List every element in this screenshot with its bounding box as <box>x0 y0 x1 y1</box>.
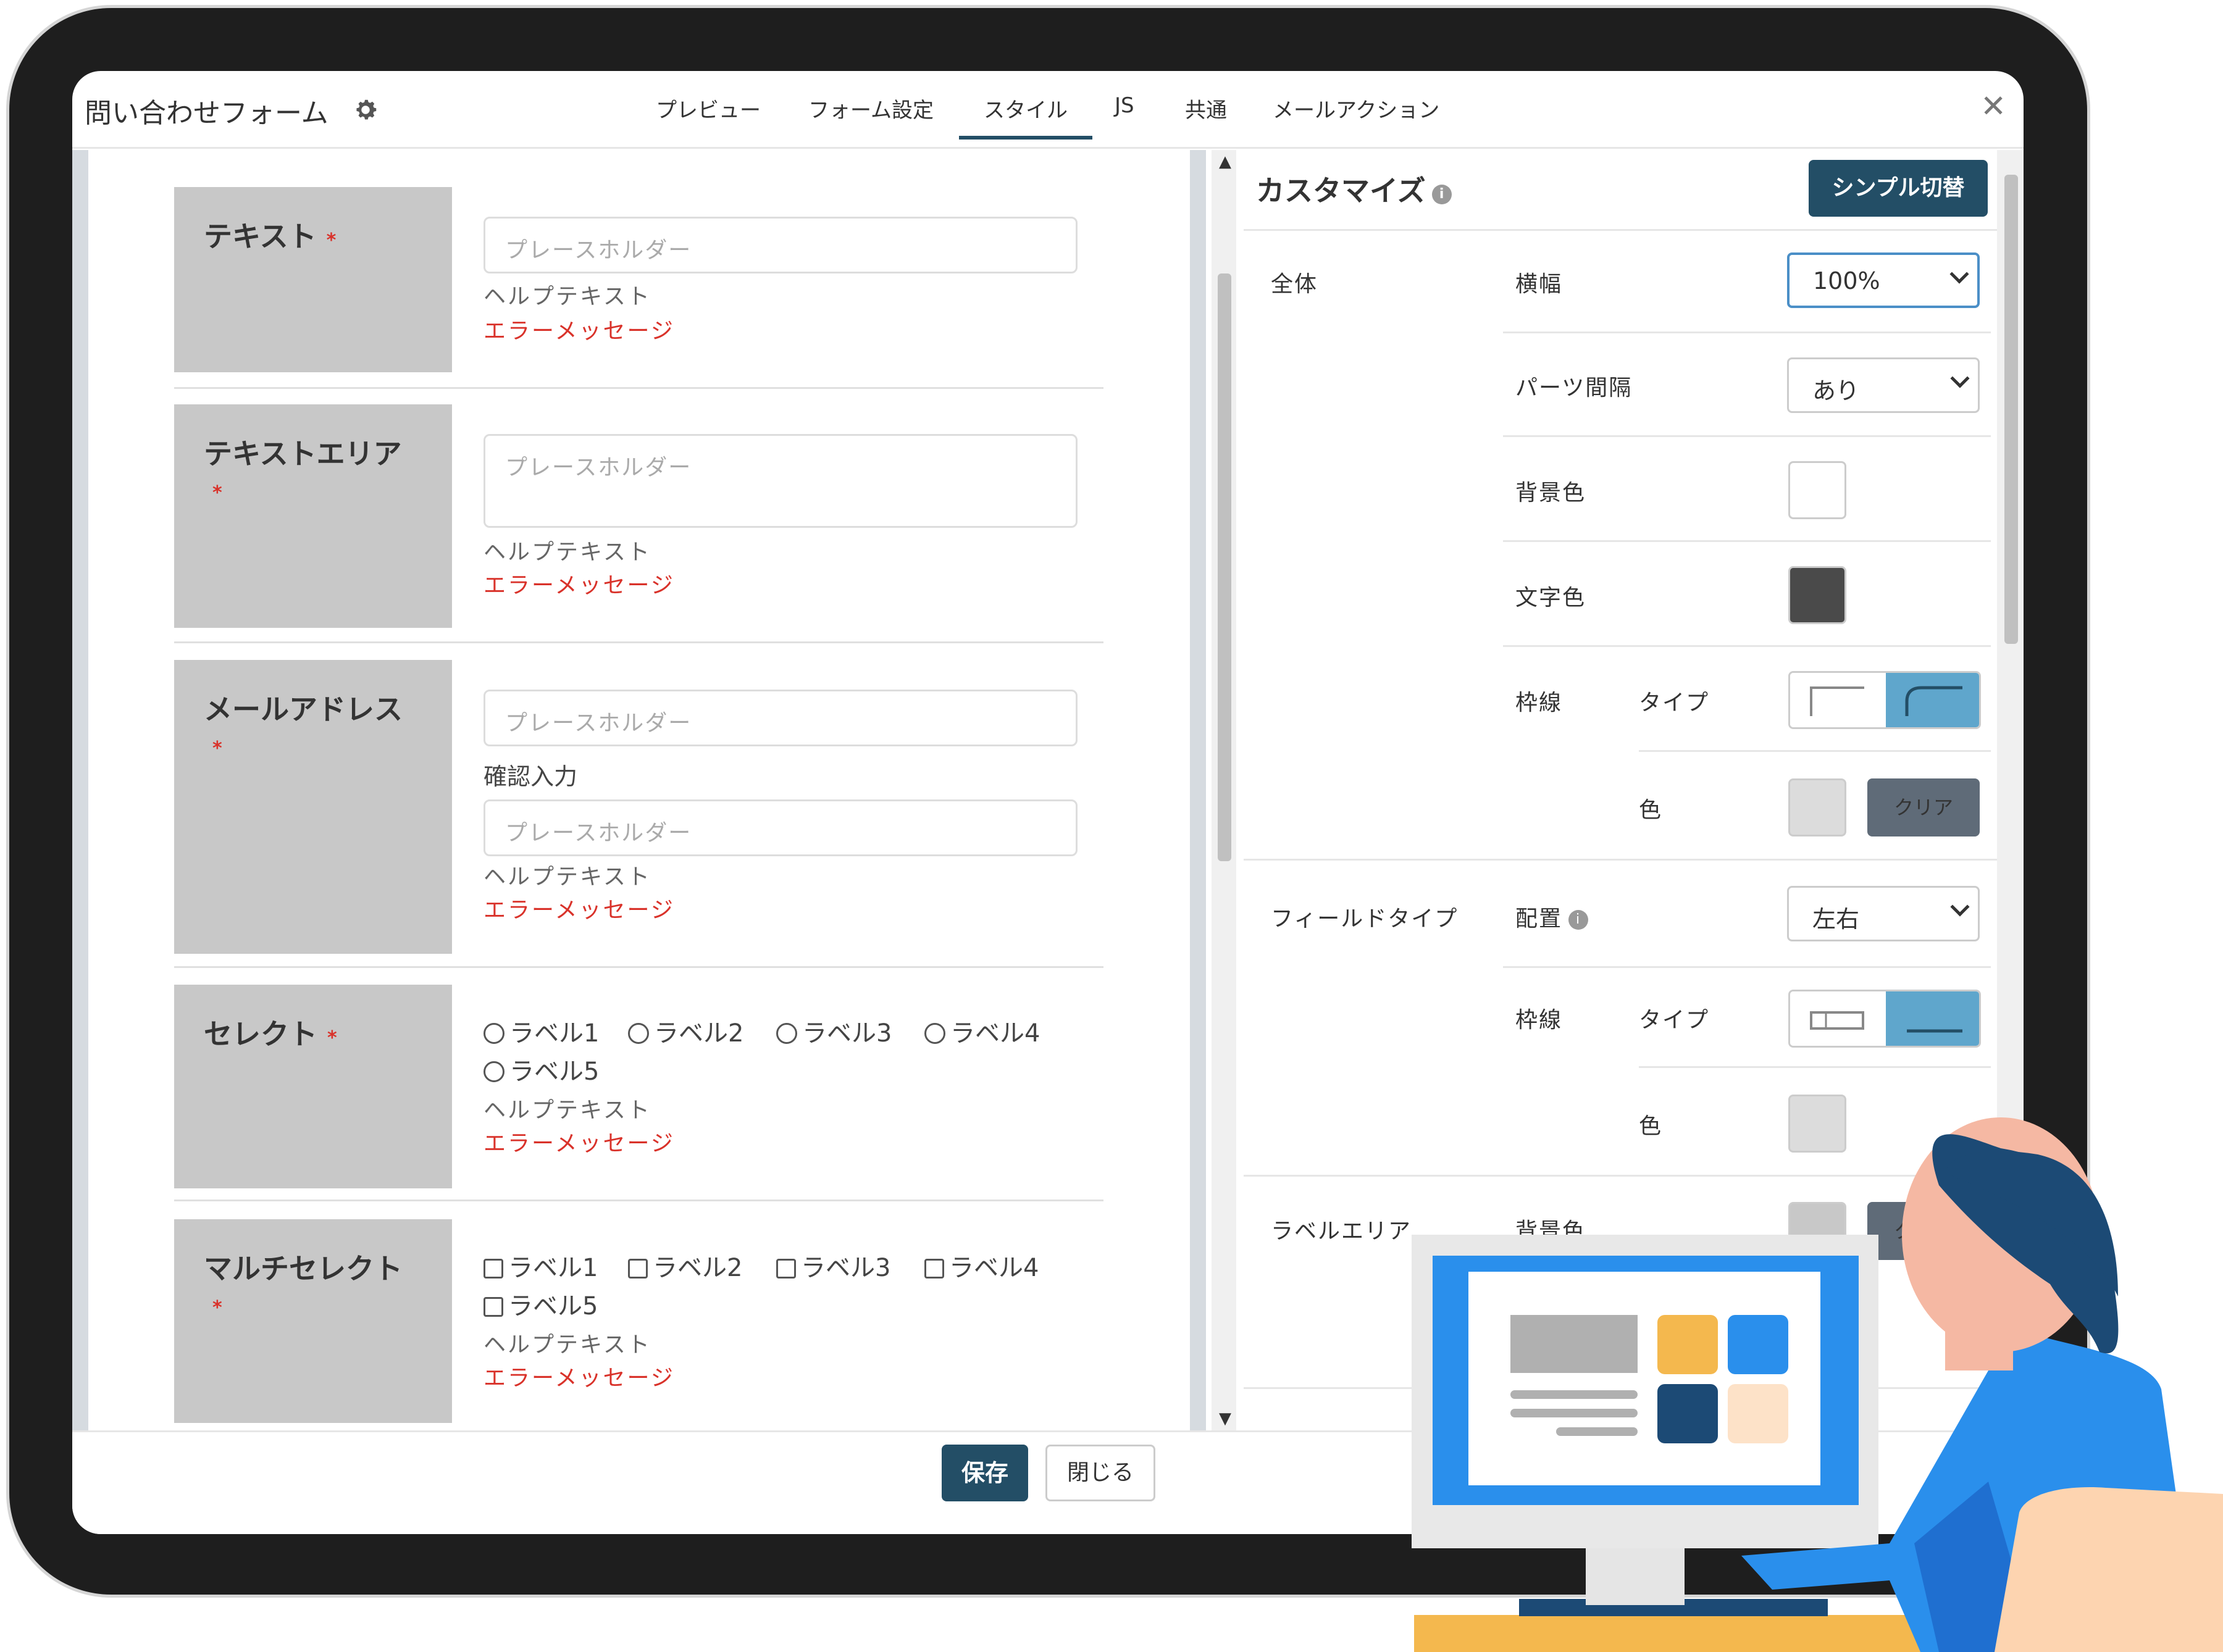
tile-navy <box>1657 1384 1718 1443</box>
chair <box>1995 1487 2223 1652</box>
placeholder-line <box>1556 1427 1638 1436</box>
monitor-content <box>1468 1272 1820 1485</box>
tile-blue <box>1728 1315 1788 1374</box>
person-illustration <box>1412 1117 2223 1652</box>
tile-peach <box>1728 1384 1788 1443</box>
placeholder-line <box>1510 1409 1638 1417</box>
placeholder-image <box>1510 1315 1638 1373</box>
desk <box>1414 1615 1945 1652</box>
placeholder-line <box>1510 1390 1638 1399</box>
tile-yellow <box>1657 1315 1718 1374</box>
